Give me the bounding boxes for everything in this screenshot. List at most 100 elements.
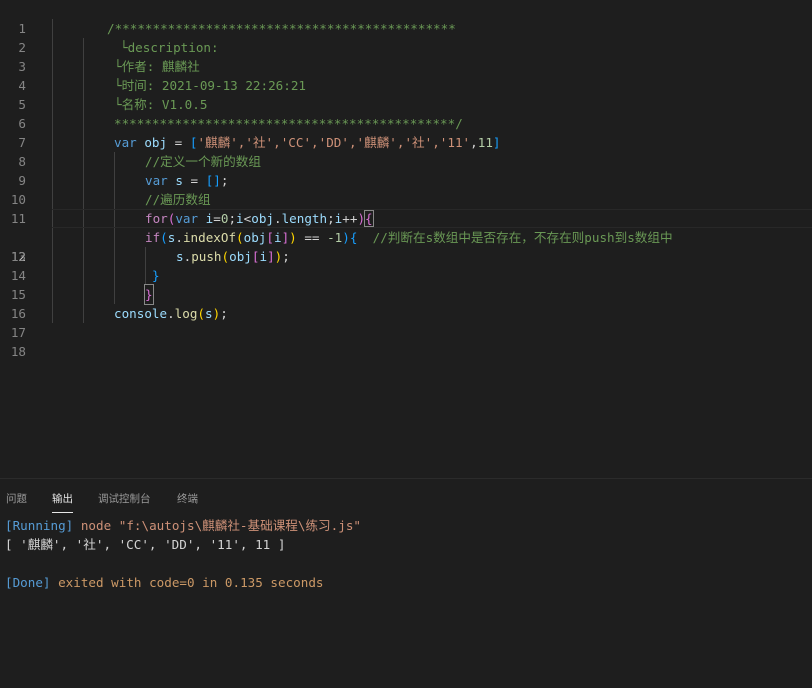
semicolon: ;	[228, 211, 237, 226]
panel-tabs: 问题 输出 调试控制台 终端	[0, 479, 812, 515]
tab-debug-console[interactable]: 调试控制台	[98, 479, 151, 515]
tab-output[interactable]: 输出	[52, 479, 73, 515]
dot: .	[167, 306, 175, 321]
done-text: exited with	[50, 575, 150, 590]
bracket: (	[197, 306, 206, 321]
keyword: if	[145, 230, 161, 245]
comment: //遍历数组	[145, 192, 211, 207]
code-line: 9 //定义一个新的数组	[0, 152, 812, 188]
code-line: 11 //遍历数组	[0, 190, 812, 226]
code-line: 7 **************************************…	[0, 114, 812, 150]
semicolon: ;	[282, 249, 290, 264]
comment: //判断在s数组中是否存在，不存在则push到s数组中	[372, 230, 673, 245]
identifier: i	[236, 211, 244, 226]
operator: ++	[342, 211, 358, 226]
identifier: obj	[144, 135, 168, 150]
code-line: 14 s.push(obj[i]);	[0, 247, 812, 283]
identifier: s	[205, 306, 213, 321]
bracket: (	[236, 230, 244, 245]
keyword: var	[175, 211, 199, 226]
bracket-match: {	[364, 210, 374, 227]
done-tag: [Done]	[5, 575, 51, 590]
comment: └description:	[120, 40, 219, 55]
code-line: 8 var obj = ['麒麟','社','CC','DD','麒麟','社'…	[0, 133, 812, 169]
running-command: node "f:\autojs\麒麟社-基础课程\练习.js"	[73, 518, 361, 533]
bracket: )	[357, 211, 366, 226]
bracket: (	[221, 249, 230, 264]
property: length	[281, 211, 328, 226]
done-text: in	[194, 575, 225, 590]
identifier: s	[175, 173, 183, 188]
comment: ****************************************…	[114, 116, 463, 131]
output-done-line: [Done] exited with code=0 in 0.135 secon…	[5, 573, 324, 592]
semicolon: ;	[220, 173, 229, 188]
bracket: )	[289, 230, 297, 245]
code-line: 18	[0, 323, 812, 359]
code-statement: var obj = ['麒麟','社','CC','DD','麒麟','社','…	[114, 133, 501, 152]
tab-problems[interactable]: 问题	[6, 479, 27, 515]
identifier: obj	[229, 249, 252, 264]
function-name: push	[191, 249, 222, 264]
semicolon: ;	[327, 211, 335, 226]
comment: └名称: V1.0.5	[114, 97, 208, 112]
running-tag: [Running]	[5, 518, 74, 533]
identifier: obj	[251, 211, 274, 226]
code-line: 1	[0, 0, 812, 36]
dot: .	[273, 211, 282, 226]
bracket: []	[205, 173, 221, 188]
code-line: 3 └description:	[0, 38, 812, 74]
comment: /***************************************…	[107, 21, 456, 36]
keyword: for	[145, 211, 168, 226]
code-line: 5 └时间: 2021-09-13 22:26:21	[0, 76, 812, 112]
output-running-line: [Running] node "f:\autojs\麒麟社-基础课程\练习.js…	[5, 516, 361, 535]
separator: ,	[470, 135, 478, 150]
code-statement: s.push(obj[i]);	[176, 247, 290, 266]
function-name: log	[174, 306, 198, 321]
semicolon: ;	[220, 306, 228, 321]
code-line: 17 console.log(s);	[0, 304, 812, 340]
operator: =	[182, 173, 206, 188]
line-number: 18	[10, 344, 26, 359]
identifier: obj	[243, 230, 267, 245]
code-line: 2 /*************************************…	[0, 19, 812, 55]
operator: =	[167, 135, 190, 150]
identifier: s	[176, 249, 184, 264]
code-editor[interactable]: 1 2 /***********************************…	[0, 0, 812, 478]
code-line: 6 └名称: V1.0.5	[0, 95, 812, 131]
code-line: 13 if(s.indexOf(obj[i]) == -1){ //判断在s数组…	[0, 228, 812, 264]
bracket: }	[152, 268, 160, 283]
comment: └时间: 2021-09-13 22:26:21	[114, 78, 306, 93]
operator: ==	[296, 230, 328, 245]
keyword: var	[145, 173, 168, 188]
bracket: {	[349, 230, 358, 245]
string-list: '麒麟','社','CC','DD','麒麟','社','11'	[197, 135, 471, 150]
function-name: indexOf	[182, 230, 237, 245]
number: -1	[327, 230, 343, 245]
identifier: console	[114, 306, 168, 321]
bracket: [	[266, 230, 274, 245]
keyword: var	[114, 135, 137, 150]
code-statement: if(s.indexOf(obj[i]) == -1){ //判断在s数组中是否…	[145, 228, 673, 247]
code-line: 10 var s = [];	[0, 171, 812, 207]
dot: .	[175, 230, 183, 245]
output-result-line: [ '麒麟', '社', 'CC', 'DD', '11', 11 ]	[5, 537, 286, 552]
exit-code: code=0	[149, 575, 195, 590]
identifier: i	[273, 230, 282, 245]
identifier: i	[198, 211, 214, 226]
identifier: i	[259, 249, 268, 264]
tab-terminal[interactable]: 终端	[177, 479, 198, 515]
bracket: (	[160, 230, 168, 245]
number: 11	[477, 135, 493, 150]
bracket: )	[342, 230, 350, 245]
code-statement: console.log(s);	[114, 304, 228, 323]
comment: //定义一个新的数组	[145, 154, 261, 169]
bracket: ]	[492, 135, 501, 150]
elapsed-time: 0.135 seconds	[224, 575, 324, 590]
code-statement: var s = [];	[145, 171, 228, 190]
code-statement: for(var i=0;i<obj.length;i++){	[145, 209, 374, 228]
comment: └作者: 麒麟社	[114, 59, 200, 74]
code-line-active: 12 for(var i=0;i<obj.length;i++){	[0, 209, 812, 264]
code-line: 16 }	[0, 284, 812, 321]
code-line: 4 └作者: 麒麟社	[0, 57, 812, 93]
bracket: ]	[267, 249, 275, 264]
